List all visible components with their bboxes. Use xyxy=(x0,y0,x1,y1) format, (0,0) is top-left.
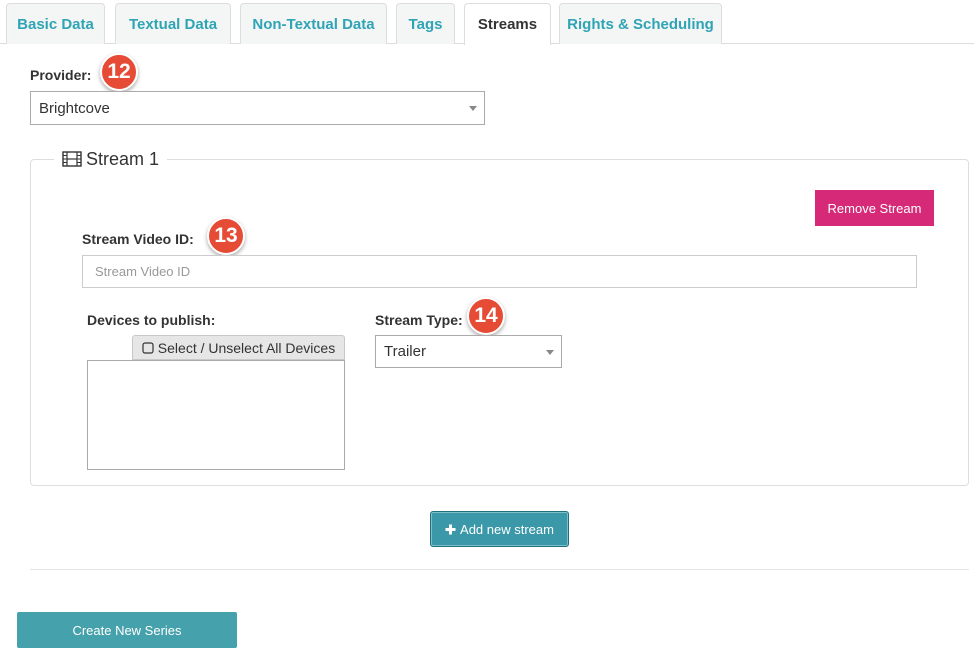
tab-textual-data[interactable]: Textual Data xyxy=(115,3,231,44)
chevron-down-icon xyxy=(469,106,477,111)
annotation-badge-12: 12 xyxy=(100,53,138,91)
checkbox-icon xyxy=(142,341,154,354)
stream-type-value: Trailer xyxy=(384,343,426,360)
provider-select-value: Brightcove xyxy=(39,99,110,117)
add-new-stream-label: Add new stream xyxy=(460,521,554,537)
stream-legend-text: Stream 1 xyxy=(86,148,160,169)
devices-multiselect[interactable] xyxy=(87,360,345,470)
annotation-badge-14: 14 xyxy=(467,297,505,335)
select-all-devices-button[interactable]: Select / Unselect All Devices xyxy=(132,335,345,360)
stream-video-id-input[interactable] xyxy=(82,255,917,288)
stream-type-select[interactable]: Trailer xyxy=(375,335,562,368)
select-all-label: Select / Unselect All Devices xyxy=(157,339,336,356)
tab-non-textual-data[interactable]: Non-Textual Data xyxy=(240,3,387,44)
provider-label: Provider: xyxy=(30,67,92,83)
provider-select[interactable]: Brightcove xyxy=(30,91,485,125)
stream-legend: Stream 1 xyxy=(54,148,168,170)
divider xyxy=(30,569,969,570)
remove-stream-button[interactable]: Remove Stream xyxy=(815,190,934,226)
chevron-down-icon xyxy=(546,349,554,355)
plus-icon xyxy=(445,524,456,534)
tab-tags[interactable]: Tags xyxy=(396,3,455,44)
tab-streams[interactable]: Streams xyxy=(464,3,551,45)
stream-video-id-label: Stream Video ID: xyxy=(82,231,194,247)
devices-label: Devices to publish: xyxy=(87,312,216,328)
film-icon xyxy=(62,151,82,167)
annotation-badge-13: 13 xyxy=(207,217,245,255)
tab-rights-scheduling[interactable]: Rights & Scheduling xyxy=(559,3,722,44)
stream-type-label: Stream Type: xyxy=(375,312,463,328)
add-new-stream-button[interactable]: Add new stream xyxy=(430,511,569,547)
create-new-series-button[interactable]: Create New Series xyxy=(17,612,237,648)
tab-basic-data[interactable]: Basic Data xyxy=(6,3,105,44)
